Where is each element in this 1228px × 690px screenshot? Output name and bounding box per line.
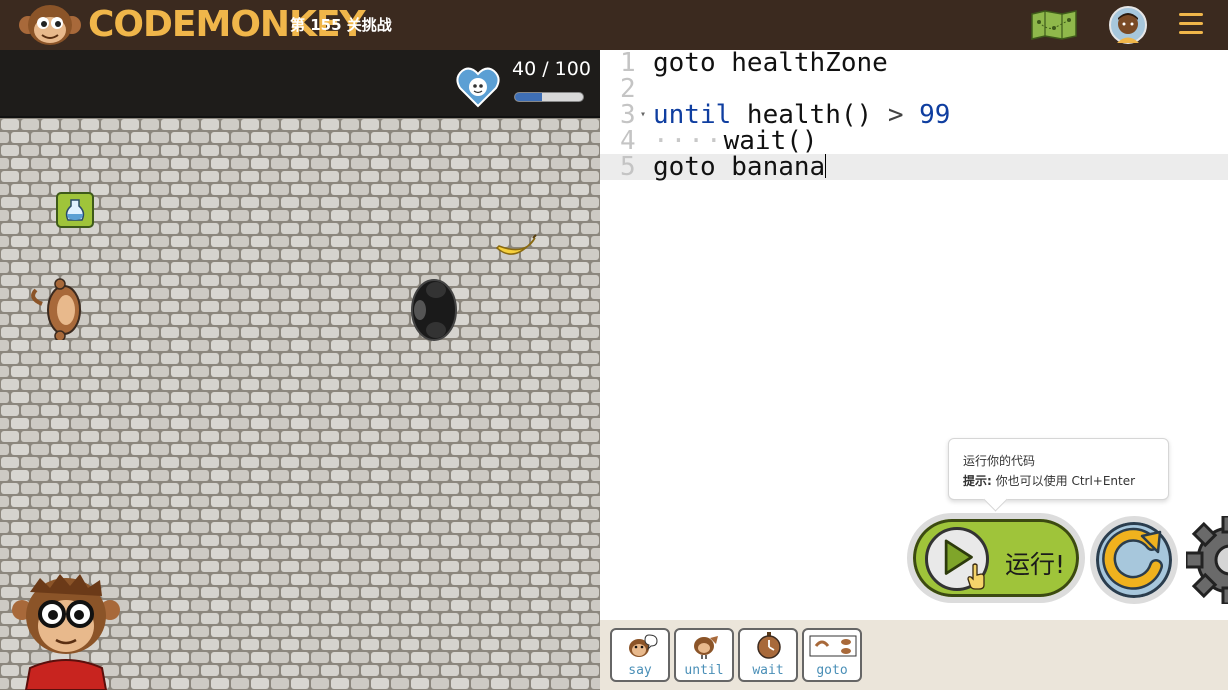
stopwatch-icon [757, 632, 781, 659]
footprints-icon [809, 635, 857, 657]
run-button[interactable]: 运行! [907, 513, 1085, 603]
avatar[interactable] [1109, 6, 1147, 44]
line-number: 4 [620, 126, 636, 156]
gorilla-enemy-icon [411, 279, 457, 341]
line-number: 5 [620, 152, 636, 182]
tool-wait[interactable]: wait [738, 628, 798, 682]
guide-monkey-icon [12, 574, 120, 690]
tool-say[interactable]: say [610, 628, 670, 682]
code-line-2[interactable]: 2 [600, 76, 1228, 102]
code-text[interactable]: goto banana [653, 152, 827, 182]
pointer-cursor-icon [967, 563, 985, 590]
tool-goto[interactable]: goto [802, 628, 862, 682]
code-line-4[interactable]: 4 ····wait() [600, 128, 1228, 154]
tooltip-hint-text: 你也可以使用 Ctrl+Enter [991, 474, 1136, 488]
run-label: 运行! [1005, 550, 1066, 579]
run-tooltip: 运行你的代码 提示: 你也可以使用 Ctrl+Enter [948, 438, 1169, 500]
code-text[interactable]: goto healthZone [653, 50, 888, 76]
line-number: 3 [620, 100, 636, 130]
code-text[interactable]: ····wait() [653, 128, 818, 154]
line-number: 1 [620, 48, 636, 78]
health-value: 40 / 100 [512, 58, 591, 80]
monkey-speech-icon [629, 634, 658, 657]
health-hud: 40 / 100 [0, 50, 600, 118]
monkey-player-icon [31, 278, 81, 340]
tooltip-hint-label: 提示: [963, 474, 992, 488]
command-toolbox: say until wait goto [600, 620, 1228, 690]
fold-arrow-icon[interactable]: ▾ [640, 102, 646, 128]
settings-button[interactable] [1186, 516, 1228, 604]
tooltip-hint: 提示: 你也可以使用 Ctrl+Enter [963, 471, 1154, 491]
gear-icon [1186, 516, 1228, 604]
tool-label: say [628, 663, 652, 678]
tool-until[interactable]: until [674, 628, 734, 682]
heart-health-icon [456, 67, 500, 108]
map-icon[interactable] [1030, 10, 1078, 40]
reset-arrow-icon [1102, 527, 1163, 590]
health-bar-fill [515, 93, 543, 101]
health-zone-icon [56, 192, 94, 228]
code-text[interactable]: until health() > 99 [653, 102, 950, 128]
tool-label: until [684, 663, 724, 678]
level-title: 第 155 关挑战 [290, 16, 392, 34]
tooltip-title: 运行你的代码 [963, 454, 1036, 468]
code-statement: goto banana [653, 152, 826, 182]
reset-button[interactable] [1090, 516, 1178, 604]
code-line-1[interactable]: 1 goto healthZone [600, 50, 1228, 76]
health-bar [514, 92, 584, 102]
text-cursor [825, 154, 827, 178]
tool-label: wait [752, 663, 784, 678]
code-operator: > [887, 100, 904, 130]
tool-label: goto [816, 663, 848, 678]
line-number: 2 [620, 74, 636, 104]
bulb-icon [694, 636, 718, 659]
game-stage: 40 / 100 [0, 50, 600, 690]
banana-icon [495, 234, 537, 255]
code-number: 99 [903, 100, 951, 130]
top-bar: CODEMONKEY 第 155 关挑战 [0, 0, 1228, 50]
monkey-logo-icon[interactable] [18, 3, 82, 47]
code-line-3[interactable]: 3 ▾ until health() > 99 [600, 102, 1228, 128]
code-line-5[interactable]: 5 goto banana [600, 154, 1228, 180]
hamburger-menu-icon[interactable] [1179, 13, 1203, 37]
